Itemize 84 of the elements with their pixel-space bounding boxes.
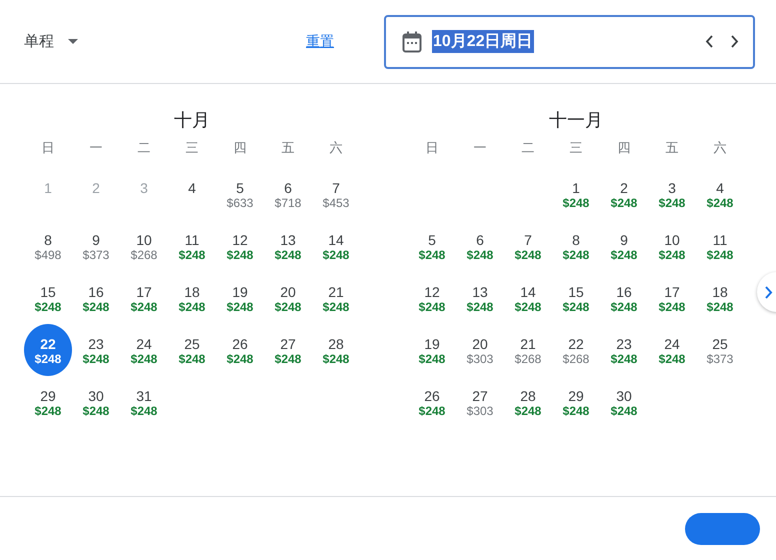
calendar-day[interactable]: 24 $248 [120, 324, 168, 376]
calendar-day[interactable]: 18 $248 [696, 272, 744, 324]
calendar-icon [402, 30, 422, 52]
calendar-day[interactable]: 2 $248 [600, 168, 648, 220]
calendar-day[interactable]: 24 $248 [648, 324, 696, 376]
weekday-label: 三 [184, 139, 200, 157]
calendar-day[interactable]: 10 $268 [120, 220, 168, 272]
calendar-day[interactable]: 27 $248 [264, 324, 312, 376]
calendar-day[interactable]: 25 $373 [696, 324, 744, 376]
calendar-day[interactable]: 30 $248 [72, 376, 120, 428]
calendar-day[interactable]: 21 $248 [312, 272, 360, 324]
trip-type-dropdown[interactable]: 单程 [14, 26, 88, 57]
calendar-day[interactable]: 14 $248 [504, 272, 552, 324]
calendar-day[interactable]: 15 $248 [24, 272, 72, 324]
calendar-day[interactable]: 7 $248 [504, 220, 552, 272]
month-title: 十月 [173, 109, 211, 132]
calendar-day[interactable]: 12 $248 [216, 220, 264, 272]
date-value: 10月22日周日 [432, 30, 534, 53]
calendar-day[interactable]: 22 $248 [24, 324, 72, 376]
calendar-day[interactable]: 17 $248 [120, 272, 168, 324]
calendar-day[interactable]: 4 $248 [696, 168, 744, 220]
calendar-day[interactable]: 6 $248 [456, 220, 504, 272]
weekday-label: 五 [664, 139, 680, 157]
calendar-day[interactable]: 11 $248 [168, 220, 216, 272]
caret-icon [68, 39, 78, 44]
calendar-day[interactable]: 12 $248 [408, 272, 456, 324]
calendar-day[interactable]: 21 $268 [504, 324, 552, 376]
calendar-day[interactable]: 6 $718 [264, 168, 312, 220]
calendar-day[interactable]: 3 $248 [648, 168, 696, 220]
calendar-day[interactable]: 16 $248 [72, 272, 120, 324]
calendar-day[interactable]: 13 $248 [264, 220, 312, 272]
chevron-right-icon [765, 286, 773, 298]
calendar-day[interactable]: 31 $248 [120, 376, 168, 428]
weekday-label: 四 [232, 139, 248, 157]
chevron-left-icon [705, 35, 713, 48]
calendar-day[interactable]: 23 $248 [600, 324, 648, 376]
calendar-day[interactable]: 25 $248 [168, 324, 216, 376]
calendar-day[interactable]: 9 $373 [72, 220, 120, 272]
weekday-label: 五 [280, 139, 296, 157]
calendar-day[interactable]: 20 $248 [264, 272, 312, 324]
date-field[interactable]: 10月22日周日 [384, 14, 755, 68]
calendar-day[interactable]: 20 $303 [456, 324, 504, 376]
weekday-label: 一 [472, 139, 488, 157]
calendar-day[interactable]: 17 $248 [648, 272, 696, 324]
calendar-day[interactable]: 19 $248 [408, 324, 456, 376]
calendar-day[interactable]: 30 $248 [600, 376, 648, 428]
calendar-day[interactable]: 9 $248 [600, 220, 648, 272]
calendar-day[interactable]: 13 $248 [456, 272, 504, 324]
weekday-label: 三 [568, 139, 584, 157]
calendar-day[interactable]: 8 $248 [552, 220, 600, 272]
action-button[interactable] [685, 512, 760, 544]
weekday-label: 二 [520, 139, 536, 157]
calendar-day[interactable]: 28 $248 [312, 324, 360, 376]
calendar-day[interactable]: 7 $453 [312, 168, 360, 220]
calendar-day[interactable]: 28 $248 [504, 376, 552, 428]
weekday-label: 日 [40, 139, 56, 157]
chevron-right-icon [731, 35, 739, 48]
reset-link[interactable]: 重置 [306, 32, 334, 50]
calendar-day[interactable]: 11 $248 [696, 220, 744, 272]
weekday-label: 二 [136, 139, 152, 157]
calendar-day[interactable]: 15 $248 [552, 272, 600, 324]
calendar-day[interactable]: 26 $248 [216, 324, 264, 376]
calendar-day[interactable]: 19 $248 [216, 272, 264, 324]
weekday-label: 日 [424, 139, 440, 157]
weekday-label: 六 [712, 139, 728, 157]
calendar-day[interactable]: 5 $633 [216, 168, 264, 220]
calendar-day[interactable]: 16 $248 [600, 272, 648, 324]
calendar-day[interactable]: 8 $498 [24, 220, 72, 272]
calendar-day[interactable]: 5 $248 [408, 220, 456, 272]
calendar-day[interactable]: 22 $268 [552, 324, 600, 376]
calendar-day[interactable]: 1 $248 [552, 168, 600, 220]
calendar-day[interactable]: 29 $248 [24, 376, 72, 428]
calendar-day[interactable]: 27 $303 [456, 376, 504, 428]
calendar-day[interactable]: 14 $248 [312, 220, 360, 272]
calendar-day[interactable]: 10 $248 [648, 220, 696, 272]
calendar-day[interactable]: 18 $248 [168, 272, 216, 324]
calendar-day[interactable]: 29 $248 [552, 376, 600, 428]
weekday-label: 一 [88, 139, 104, 157]
calendar-day[interactable]: 23 $248 [72, 324, 120, 376]
month-title: 十一月 [548, 109, 604, 132]
calendar-day[interactable]: 26 $248 [408, 376, 456, 428]
calendar-day[interactable]: 4 [168, 168, 216, 220]
weekday-label: 四 [616, 139, 632, 157]
weekday-label: 六 [328, 139, 344, 157]
